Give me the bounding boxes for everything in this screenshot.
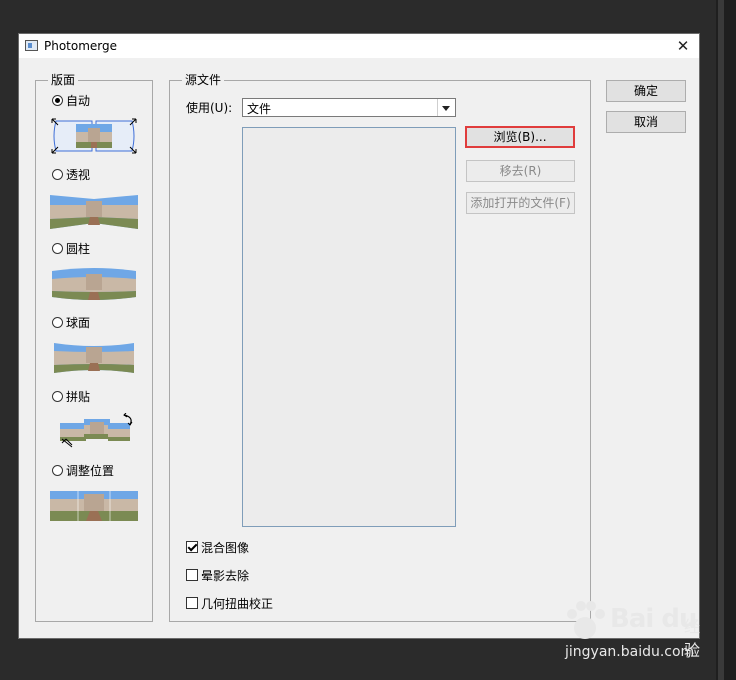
layout-option-label: 透视 — [66, 167, 91, 182]
spherical-thumbnail — [54, 343, 134, 373]
radio-perspective[interactable] — [52, 168, 63, 180]
geometric-distortion-checkbox[interactable] — [186, 597, 198, 609]
paw-icon — [567, 601, 605, 639]
layout-option-label: 球面 — [66, 315, 91, 330]
layout-option-label: 拼贴 — [66, 389, 91, 404]
cancel-button[interactable]: 取消 — [606, 111, 686, 133]
layout-option-spherical[interactable]: 球面 — [52, 314, 90, 330]
blend-images-option[interactable]: 混合图像 — [186, 539, 249, 555]
layout-group: 版面 自动 透视 圆柱 球面 拼贴 调整位置 — [35, 73, 153, 622]
cylindrical-thumbnail — [52, 268, 136, 300]
chevron-down-icon[interactable] — [437, 99, 455, 116]
remove-button[interactable]: 移去(R) — [466, 160, 575, 182]
use-select[interactable]: 文件 — [242, 98, 456, 117]
auto-layout-thumbnail — [51, 118, 137, 154]
blend-images-checkbox[interactable] — [186, 541, 198, 553]
title-bar: Photomerge ✕ — [19, 34, 699, 58]
add-open-files-button[interactable]: 添加打开的文件(F) — [466, 192, 575, 214]
radio-cylindrical[interactable] — [52, 242, 63, 254]
perspective-thumbnail — [50, 195, 138, 229]
layout-option-reposition[interactable]: 调整位置 — [52, 462, 114, 478]
browse-button[interactable]: 浏览(B)... — [465, 126, 575, 148]
source-file-list[interactable] — [242, 127, 456, 527]
reposition-thumbnail — [50, 491, 138, 521]
layout-group-title: 版面 — [48, 73, 79, 88]
window-title: Photomerge — [44, 39, 118, 53]
layout-option-label: 圆柱 — [66, 241, 91, 256]
layout-option-auto[interactable]: 自动 — [52, 92, 90, 108]
source-group-title: 源文件 — [182, 73, 225, 88]
radio-auto[interactable] — [52, 94, 63, 106]
layout-option-label: 调整位置 — [66, 463, 115, 478]
ok-button[interactable]: 确定 — [606, 80, 686, 102]
watermark-url: jingyan.baidu.com — [565, 644, 695, 660]
background-scroll-strip — [716, 0, 736, 680]
close-button[interactable]: ✕ — [673, 36, 693, 56]
vignette-removal-checkbox[interactable] — [186, 569, 198, 581]
photomerge-dialog: Photomerge ✕ 版面 自动 透视 圆柱 球面 拼贴 调整位置 源文件 … — [18, 33, 700, 639]
layout-option-label: 自动 — [66, 93, 91, 108]
radio-collage[interactable] — [52, 390, 63, 402]
vignette-removal-option[interactable]: 晕影去除 — [186, 567, 249, 583]
scrollbar[interactable] — [718, 0, 724, 680]
source-files-group: 源文件 使用(U): 文件 浏览(B)... 移去(R) 添加打开的文件(F) … — [169, 73, 591, 622]
app-icon — [25, 40, 38, 51]
use-label: 使用(U): — [186, 101, 233, 115]
collage-thumbnail — [60, 413, 133, 448]
geometric-distortion-option[interactable]: 几何扭曲校正 — [186, 595, 273, 611]
layout-option-cylindrical[interactable]: 圆柱 — [52, 240, 90, 256]
radio-reposition[interactable] — [52, 464, 63, 476]
geometric-distortion-label: 几何扭曲校正 — [201, 596, 274, 611]
blend-images-label: 混合图像 — [201, 540, 250, 555]
baidu-watermark: Bai du 经验 jingyan.baidu.com — [560, 598, 710, 668]
layout-option-collage[interactable]: 拼贴 — [52, 388, 90, 404]
vignette-removal-label: 晕影去除 — [201, 568, 250, 583]
layout-option-perspective[interactable]: 透视 — [52, 166, 90, 182]
use-select-value: 文件 — [247, 102, 272, 116]
radio-spherical[interactable] — [52, 316, 63, 328]
